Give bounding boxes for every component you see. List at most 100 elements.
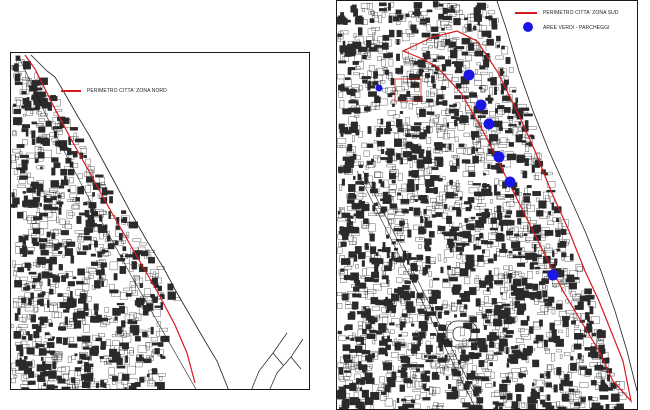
building-block <box>451 386 458 392</box>
building-block <box>426 51 431 60</box>
building-block <box>463 132 471 137</box>
building-block <box>470 328 480 334</box>
building-block <box>370 246 377 254</box>
building-block <box>40 356 44 361</box>
building-block <box>487 30 492 39</box>
building-block <box>373 278 379 283</box>
building-block <box>386 234 390 239</box>
building-block <box>466 373 475 380</box>
building-block <box>387 288 392 295</box>
building-block <box>402 125 411 131</box>
building-block <box>51 206 59 211</box>
building-block <box>344 325 348 331</box>
building-block <box>449 160 453 166</box>
building-block <box>483 324 487 330</box>
building-block <box>579 382 589 388</box>
building-block <box>432 214 436 218</box>
building-block <box>398 334 402 337</box>
building-block <box>516 394 522 402</box>
building-block <box>343 376 350 380</box>
building-block <box>338 166 344 173</box>
building-block <box>88 243 92 250</box>
building-block <box>486 287 490 292</box>
building-block <box>522 131 526 138</box>
building-block <box>395 9 402 15</box>
building-block <box>452 289 460 295</box>
building-block <box>532 191 541 197</box>
building-block <box>517 303 527 311</box>
building-block <box>72 276 77 280</box>
building-block <box>91 346 99 354</box>
building-block <box>167 291 176 300</box>
building-block <box>84 365 91 373</box>
building-block <box>43 382 47 387</box>
building-block <box>50 196 57 201</box>
building-block <box>406 34 415 37</box>
building-block <box>504 335 513 338</box>
building-block <box>517 218 522 225</box>
building-block <box>587 298 591 306</box>
building-block <box>99 231 104 240</box>
building-block <box>541 278 549 284</box>
building-block <box>496 35 501 42</box>
building-block <box>433 58 437 62</box>
building-block <box>508 142 514 147</box>
building-block <box>560 390 564 393</box>
building-block <box>343 165 352 174</box>
building-block <box>409 206 414 212</box>
building-block <box>344 359 353 363</box>
building-block <box>26 97 30 104</box>
building-block <box>444 184 447 190</box>
building-block <box>21 387 30 389</box>
building-block <box>51 253 61 256</box>
building-block <box>28 271 37 275</box>
building-block <box>462 171 469 177</box>
building-block <box>396 397 400 403</box>
building-block <box>57 198 61 201</box>
building-block <box>365 165 369 170</box>
building-block <box>104 307 109 313</box>
building-block <box>500 395 506 400</box>
building-block <box>447 238 454 245</box>
building-block <box>575 391 582 398</box>
building-block <box>518 127 522 131</box>
building-block <box>122 246 127 252</box>
building-block <box>405 13 410 18</box>
building-block <box>383 53 391 59</box>
building-block <box>442 100 448 106</box>
building-block <box>372 181 376 190</box>
building-block <box>23 113 26 117</box>
building-block <box>342 403 350 408</box>
building-block <box>77 173 83 179</box>
building-block <box>423 129 427 137</box>
building-block <box>425 244 430 248</box>
building-block <box>444 354 448 362</box>
building-block <box>51 311 59 319</box>
building-block <box>533 321 541 328</box>
building-block <box>121 240 126 244</box>
building-block <box>473 206 481 210</box>
building-block <box>37 343 45 348</box>
building-block <box>370 392 380 400</box>
building-block <box>367 126 372 134</box>
building-block <box>39 243 46 250</box>
building-block <box>478 196 482 204</box>
building-block <box>17 307 21 315</box>
building-block <box>481 376 489 380</box>
building-block <box>553 368 557 375</box>
building-block <box>379 376 385 384</box>
building-block <box>337 247 343 254</box>
building-block <box>574 329 581 334</box>
building-block <box>422 397 431 401</box>
building-block <box>84 185 91 193</box>
building-block <box>378 15 382 24</box>
building-block <box>86 296 92 302</box>
building-block <box>565 310 575 314</box>
building-block <box>564 374 570 383</box>
building-block <box>412 274 417 283</box>
building-block <box>518 121 522 126</box>
building-block <box>548 211 551 216</box>
building-block <box>25 109 33 116</box>
building-block <box>494 390 500 397</box>
building-block <box>521 402 525 408</box>
